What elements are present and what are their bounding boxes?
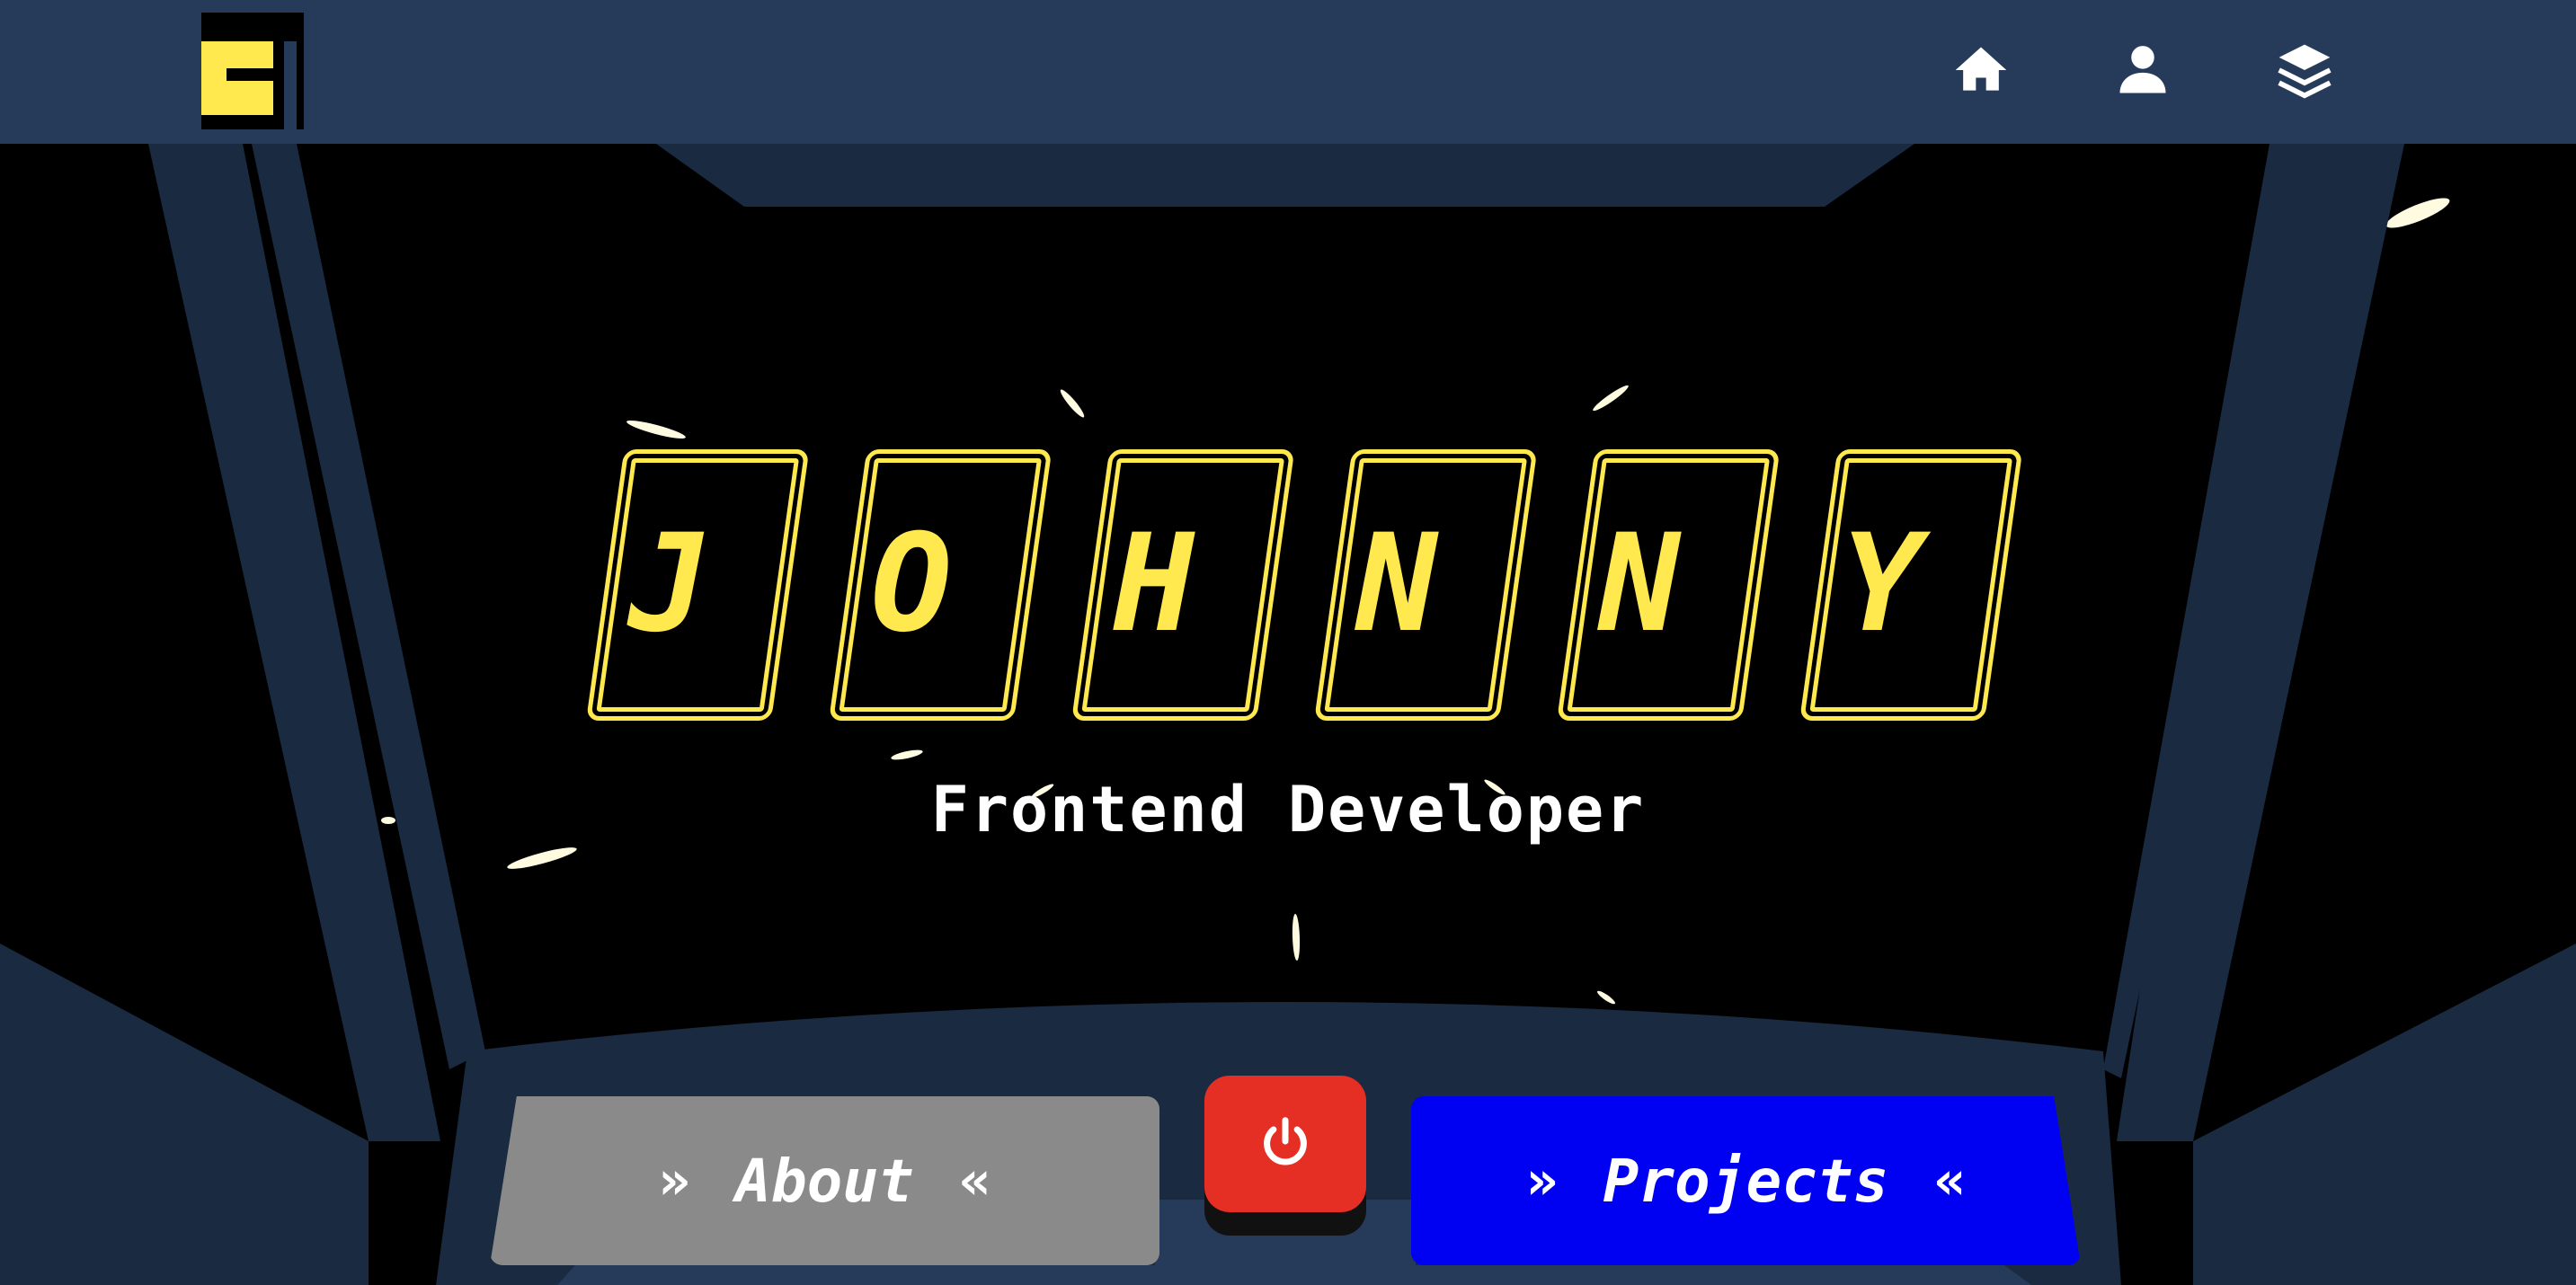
name-tile: O: [800, 449, 1053, 728]
chevron-right-icon: »: [1525, 1149, 1559, 1212]
name-tile: Y: [1771, 449, 2023, 728]
about-button-label: About: [735, 1146, 914, 1216]
user-icon[interactable]: [2112, 40, 2173, 101]
projects-button-label: Projects: [1603, 1146, 1889, 1216]
chevron-right-icon: »: [658, 1149, 691, 1212]
top-navbar: [0, 0, 2576, 144]
chevron-left-icon: «: [958, 1149, 991, 1212]
name-tile: J: [557, 449, 810, 728]
hero-subtitle: Frontend Developer: [930, 773, 1646, 846]
name-tile: H: [1043, 449, 1295, 728]
about-button[interactable]: » About «: [490, 1096, 1159, 1265]
name-tiles: J O H N N Y: [557, 449, 2031, 737]
name-tile: N: [1285, 449, 1538, 728]
chevron-left-icon: «: [1933, 1149, 1967, 1212]
logo-icon[interactable]: [198, 9, 307, 133]
projects-button[interactable]: » Projects «: [1411, 1096, 2081, 1265]
power-icon: [1264, 1117, 1307, 1165]
power-button[interactable]: [1204, 1076, 1366, 1236]
name-tile: N: [1528, 449, 1781, 728]
home-icon[interactable]: [1950, 40, 2012, 101]
layers-icon[interactable]: [2274, 40, 2335, 101]
